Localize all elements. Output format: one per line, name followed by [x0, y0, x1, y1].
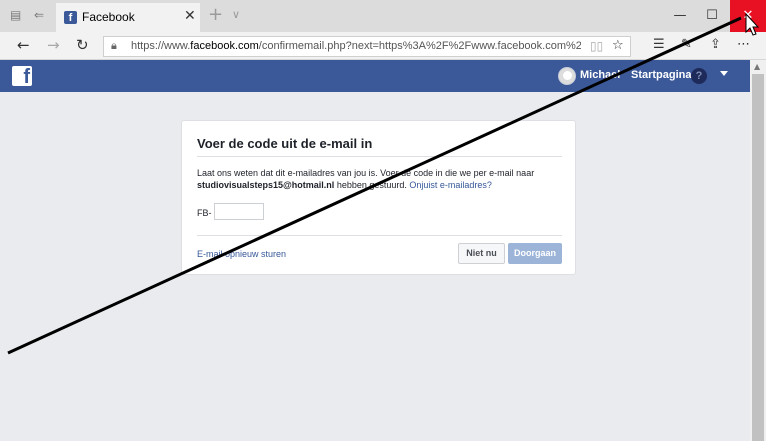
- facebook-favicon-icon: f: [64, 11, 77, 24]
- url-text: https://www.facebook.com/confirmemail.ph…: [131, 40, 581, 52]
- close-icon[interactable]: ✕: [730, 0, 766, 32]
- resend-email-link[interactable]: E-mail opnieuw sturen: [197, 249, 286, 259]
- not-now-button[interactable]: Niet nu: [458, 243, 505, 264]
- tab-bar: ▤ ⇐ f Facebook ✕ + ∨ — ☐ ✕: [0, 0, 766, 32]
- tab-aside-icon[interactable]: ▤: [10, 8, 21, 22]
- ellipsis-icon[interactable]: ⋯: [737, 37, 750, 52]
- tab-title: Facebook: [82, 10, 135, 24]
- code-prefix: FB-: [197, 208, 212, 218]
- divider: [197, 235, 562, 236]
- tab-preview-icon[interactable]: ⇐: [34, 8, 44, 22]
- plus-icon[interactable]: +: [208, 4, 223, 25]
- scroll-up-icon[interactable]: ▲: [754, 62, 760, 71]
- arrow-left-icon[interactable]: ←: [17, 36, 30, 54]
- minimize-icon[interactable]: —: [662, 0, 698, 32]
- scrollbar[interactable]: ▲: [750, 60, 766, 441]
- pen-icon[interactable]: ✎: [681, 37, 692, 52]
- scrollbar-thumb[interactable]: [752, 74, 764, 441]
- tab-close-icon[interactable]: ✕: [184, 8, 196, 24]
- confirm-code-dialog: Voer de code uit de e-mail in Laat ons w…: [181, 120, 576, 275]
- dialog-title: Voer de code uit de e-mail in: [197, 136, 373, 151]
- address-toolbar: ← → ↻ 🔒︎ https://www.facebook.com/confir…: [0, 32, 766, 60]
- profile-name-link[interactable]: Michael: [580, 69, 620, 81]
- favorites-hub-icon[interactable]: ☰: [653, 37, 665, 52]
- account-menu-chevron-icon[interactable]: [720, 71, 728, 76]
- star-icon[interactable]: ☆: [612, 38, 624, 53]
- refresh-icon[interactable]: ↻: [76, 36, 89, 54]
- avatar[interactable]: [558, 67, 576, 85]
- arrow-right-icon[interactable]: →: [47, 36, 60, 54]
- home-link[interactable]: Startpagina: [631, 69, 692, 81]
- chevron-down-icon[interactable]: ∨: [232, 8, 240, 21]
- email-address: studiovisualsteps15@hotmail.nl: [197, 180, 335, 190]
- maximize-icon[interactable]: ☐: [694, 0, 730, 32]
- share-icon[interactable]: ⇪: [710, 37, 721, 52]
- tab-facebook[interactable]: f Facebook ✕: [56, 3, 200, 32]
- wrong-email-link[interactable]: Onjuist e-mailadres?: [409, 180, 492, 190]
- continue-button[interactable]: Doorgaan: [508, 243, 562, 264]
- lock-icon: 🔒︎: [111, 39, 117, 52]
- facebook-header: f Michael Startpagina ?: [0, 60, 750, 92]
- code-input[interactable]: [214, 203, 264, 220]
- divider: [197, 156, 562, 157]
- dialog-message: Laat ons weten dat dit e-mailadres van j…: [197, 168, 535, 190]
- url-field[interactable]: 🔒︎ https://www.facebook.com/confirmemail…: [103, 36, 631, 57]
- facebook-logo-icon[interactable]: f: [12, 66, 32, 88]
- help-icon[interactable]: ?: [691, 68, 707, 84]
- book-icon[interactable]: ▯▯: [590, 39, 603, 53]
